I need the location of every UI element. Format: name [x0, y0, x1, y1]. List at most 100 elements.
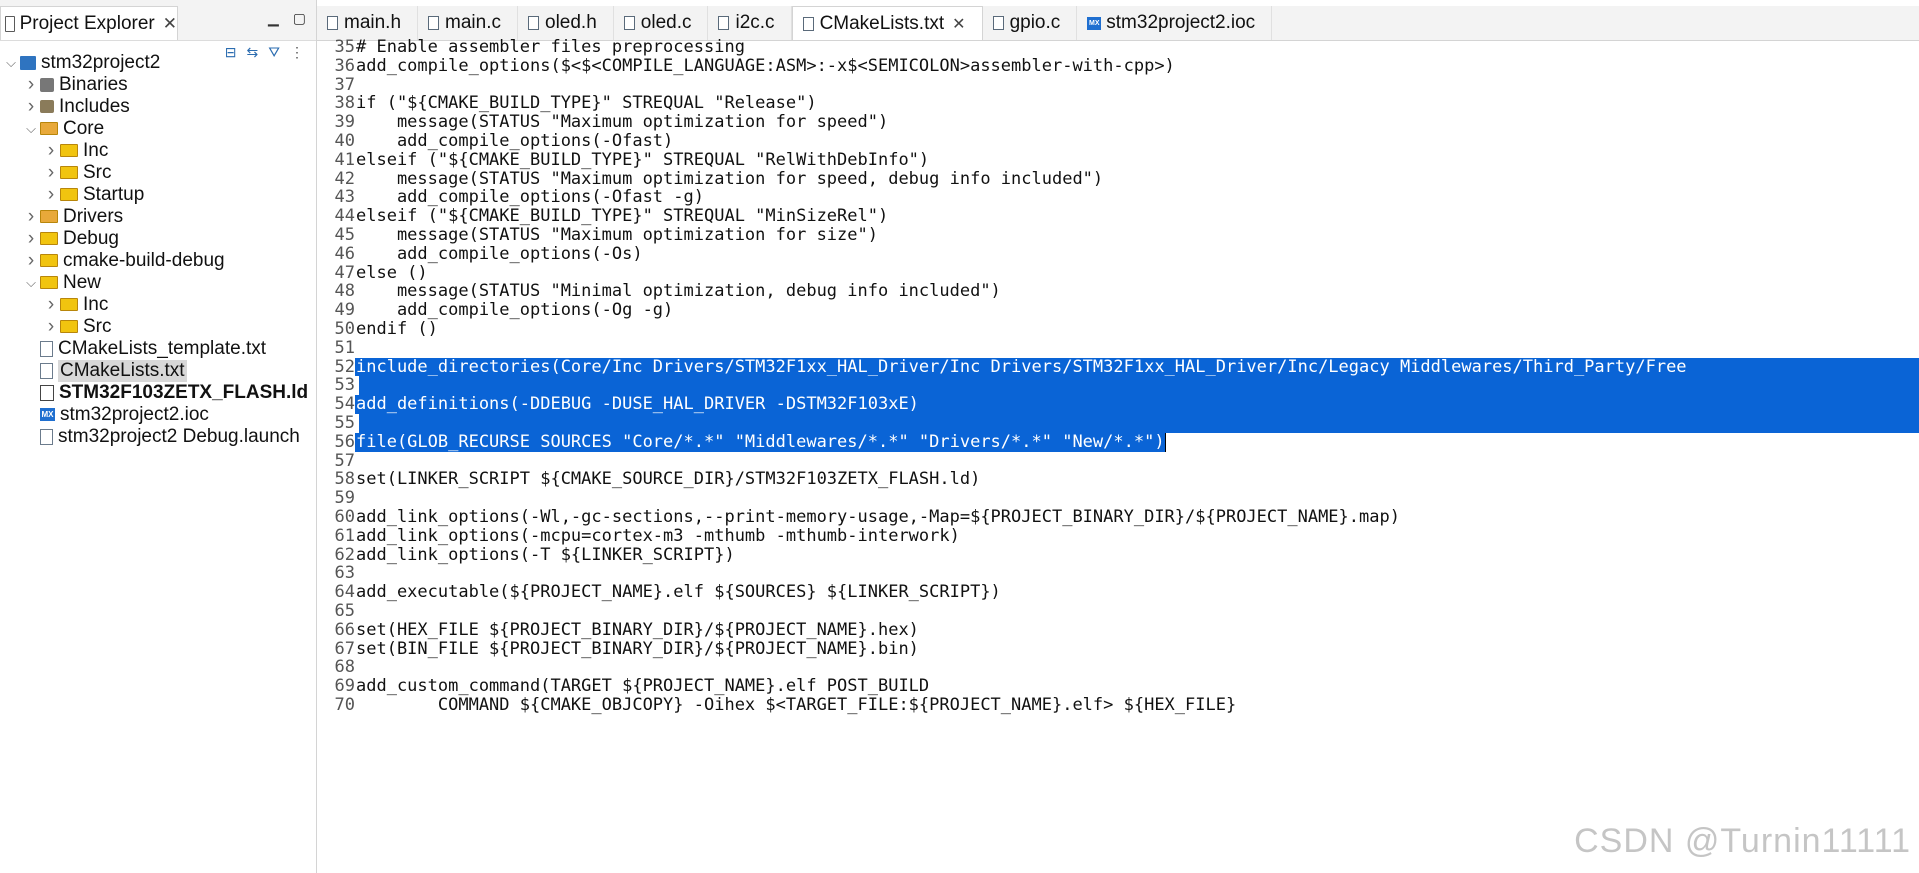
line-number: 59 [334, 488, 355, 509]
maximize-icon[interactable]: ▢ [293, 10, 306, 27]
editor-tab[interactable]: MX stm32project2.ioc [1077, 6, 1273, 40]
line-number: 61 [334, 525, 355, 546]
collapse-all-icon[interactable]: ⊟ [225, 44, 237, 61]
editor-tab[interactable]: gpio.c [983, 6, 1078, 40]
code-line[interactable]: 35# Enable assembler files preprocessing [317, 38, 1919, 57]
code-text: include_directories(Core/Inc Drivers/STM… [355, 356, 1687, 377]
line-number: 65 [334, 601, 355, 621]
minimize-icon[interactable]: ▁ [268, 10, 279, 27]
code-line[interactable]: 49 add_compile_options(-Og -g) [317, 301, 1919, 320]
code-line[interactable]: 46 add_compile_options(-Os) [317, 243, 1919, 264]
line-number: 46 [334, 243, 355, 264]
code-text: add_link_options(-Wl,-gc-sections,--prin… [356, 507, 1400, 527]
code-line[interactable]: 58set(LINKER_SCRIPT ${CMAKE_SOURCE_DIR}/… [317, 470, 1919, 489]
code-line[interactable]: 39 message(STATUS "Maximum optimization … [317, 113, 1919, 132]
code-line[interactable]: 42 message(STATUS "Maximum optimization … [317, 169, 1919, 189]
line-number: 45 [334, 225, 355, 245]
editor-tab[interactable]: main.h [317, 6, 419, 40]
editor-tabbar: main.h main.c oled.h oled.c i2c.c CMakeLists.… [317, 6, 1919, 41]
filter-icon[interactable]: ⛛ [268, 44, 280, 61]
line-number: 36 [334, 55, 355, 76]
tab-project-explorer[interactable]: Project Explorer ✕ [0, 6, 178, 40]
code-line[interactable]: 55 [317, 414, 1919, 433]
watermark: CSDN @Turnin11111 [1574, 822, 1911, 860]
project-icon [20, 55, 36, 70]
link-with-editor-icon[interactable]: ⇆ [247, 44, 259, 61]
line-number: 70 [334, 695, 355, 715]
code-line[interactable]: 64add_executable(${PROJECT_NAME}.elf ${S… [317, 583, 1919, 602]
editor-tab-label: main.h [344, 12, 402, 33]
code-line[interactable]: 51 [317, 338, 1919, 358]
code-line[interactable]: 62add_link_options(-T ${LINKER_SCRIPT}) [317, 545, 1919, 565]
folder-icon [40, 232, 58, 245]
editor-tab[interactable]: oled.c [614, 6, 709, 40]
text-file-icon [40, 362, 53, 379]
code-line[interactable]: 36add_compile_options($<$<COMPILE_LANGUA… [317, 55, 1919, 76]
code-line[interactable]: 66set(HEX_FILE ${PROJECT_BINARY_DIR}/${P… [317, 620, 1919, 640]
code-line[interactable]: 43 add_compile_options(-Ofast -g) [317, 188, 1919, 207]
line-number: 39 [334, 112, 355, 133]
code-text: COMMAND ${CMAKE_OBJCOPY} -Oihex $<TARGET… [356, 695, 1237, 715]
code-line[interactable]: 56file(GLOB_RECURSE SOURCES "Core/*.*" "… [317, 432, 1919, 453]
editor-tab-label: CMakeLists.txt [819, 12, 945, 34]
code-line[interactable]: 70 COMMAND ${CMAKE_OBJCOPY} -Oihex $<TAR… [317, 696, 1919, 715]
folder-icon [60, 188, 78, 201]
chevron-down-icon[interactable]: ⌵ [22, 121, 40, 137]
close-icon[interactable]: ✕ [163, 14, 177, 34]
code-line[interactable]: 40 add_compile_options(-Ofast) [317, 132, 1919, 151]
code-line[interactable]: 63 [317, 564, 1919, 583]
code-line[interactable]: 69add_custom_command(TARGET ${PROJECT_NA… [317, 677, 1919, 696]
code-line[interactable]: 65 [317, 602, 1919, 621]
selection-highlight [359, 376, 1919, 396]
line-number: 41 [334, 149, 355, 170]
folder-icon [60, 320, 78, 333]
code-line[interactable]: 41elseif ("${CMAKE_BUILD_TYPE}" STREQUAL… [317, 149, 1919, 170]
code-line[interactable]: 57 [317, 451, 1919, 471]
code-line[interactable]: 48 message(STATUS "Minimal optimization,… [317, 282, 1919, 301]
view-menu-icon[interactable]: ⋮ [290, 44, 304, 61]
code-text: add_compile_options(-Ofast -g) [356, 187, 704, 208]
code-line[interactable]: 47else () [317, 263, 1919, 283]
file-icon [718, 16, 730, 30]
tree-item[interactable]: stm32project2 Debug.launch [22, 423, 300, 450]
line-number: 58 [334, 469, 355, 490]
code-text: message(STATUS "Maximum optimization for… [356, 112, 889, 133]
code-text: set(LINKER_SCRIPT ${CMAKE_SOURCE_DIR}/ST… [356, 469, 981, 490]
code-text: set(BIN_FILE ${PROJECT_BINARY_DIR}/${PRO… [356, 638, 919, 659]
editor-tab-label: stm32project2.ioc [1106, 12, 1256, 33]
file-icon [802, 16, 814, 31]
code-line[interactable]: 67set(BIN_FILE ${PROJECT_BINARY_DIR}/${P… [317, 638, 1919, 659]
tab-project-explorer-label: Project Explorer [19, 12, 155, 34]
folder-icon [60, 144, 78, 157]
code-line[interactable]: 68 [317, 658, 1919, 677]
editor-tab[interactable]: oled.h [518, 6, 614, 40]
code-line[interactable]: 37 [317, 75, 1919, 95]
code-line[interactable]: 53 [317, 376, 1919, 396]
editor-tab-label: gpio.c [1009, 12, 1061, 33]
editor-tab-label: i2c.c [735, 12, 775, 33]
code-line[interactable]: 38if ("${CMAKE_BUILD_TYPE}" STREQUAL "Re… [317, 94, 1919, 113]
code-text: add_compile_options(-Og -g) [356, 300, 674, 321]
chevron-down-icon[interactable]: ⌵ [2, 55, 20, 71]
editor-tab[interactable]: CMakeLists.txt ✕ [791, 6, 983, 40]
editor-tab[interactable]: main.c [418, 6, 518, 40]
stm32cubemx-file-icon: MX [40, 408, 55, 421]
chevron-down-icon[interactable]: ⌵ [22, 275, 40, 291]
code-line[interactable]: 60add_link_options(-Wl,-gc-sections,--pr… [317, 508, 1919, 527]
code-line[interactable]: 52include_directories(Core/Inc Drivers/S… [317, 356, 1919, 377]
code-line[interactable]: 54add_definitions(-DDEBUG -DUSE_HAL_DRIV… [317, 395, 1919, 414]
code-editor[interactable]: 35# Enable assembler files preprocessing… [317, 38, 1919, 873]
code-line[interactable]: 50endif () [317, 320, 1919, 339]
code-line[interactable]: 61add_link_options(-mcpu=cortex-m3 -mthu… [317, 525, 1919, 546]
code-line[interactable]: 45 message(STATUS "Maximum optimization … [317, 226, 1919, 245]
code-text: add_executable(${PROJECT_NAME}.elf ${SOU… [356, 582, 1001, 603]
editor-tab[interactable]: i2c.c [708, 6, 792, 40]
close-icon[interactable]: ✕ [952, 14, 965, 34]
code-text: if ("${CMAKE_BUILD_TYPE}" STREQUAL "Rele… [356, 93, 817, 114]
code-line[interactable]: 59 [317, 489, 1919, 508]
file-icon [528, 16, 539, 30]
line-number: 67 [334, 638, 355, 659]
line-number: 68 [334, 657, 355, 678]
code-text: add_definitions(-DDEBUG -DUSE_HAL_DRIVER… [355, 394, 919, 415]
code-line[interactable]: 44elseif ("${CMAKE_BUILD_TYPE}" STREQUAL… [317, 207, 1919, 226]
